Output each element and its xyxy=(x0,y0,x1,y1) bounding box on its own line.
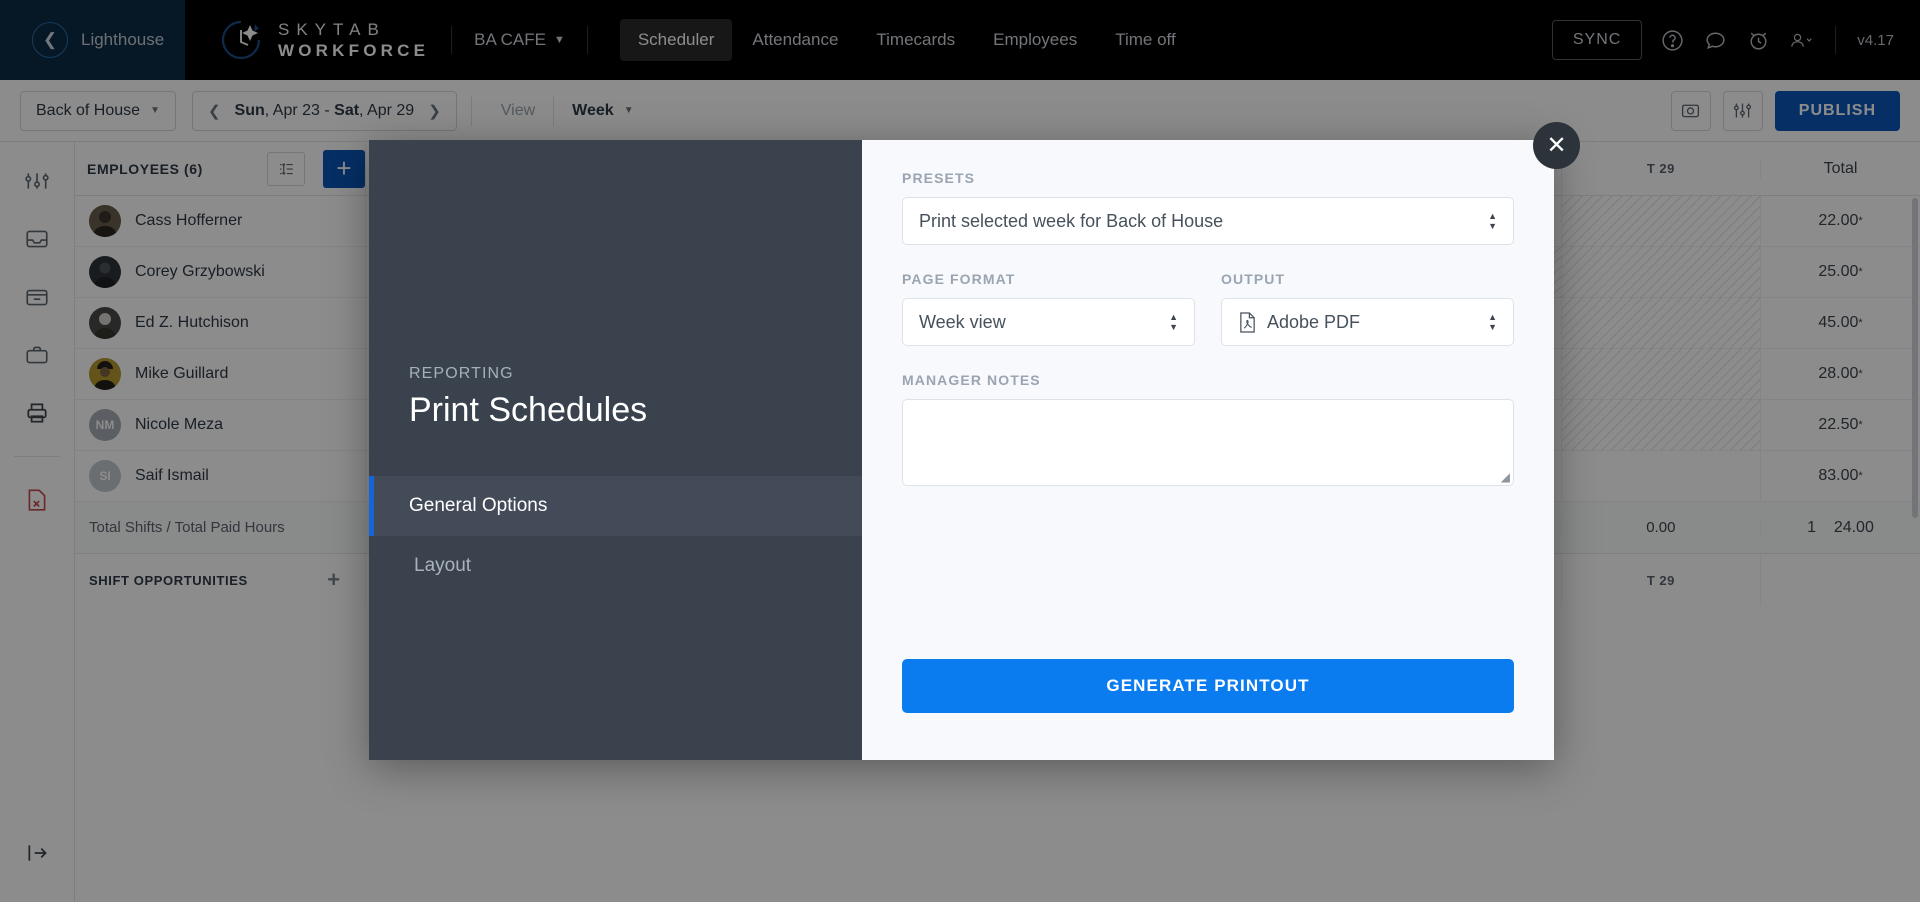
manager-notes-field: MANAGER NOTES ◢ xyxy=(902,372,1514,486)
manager-notes-label: MANAGER NOTES xyxy=(902,372,1514,388)
close-icon[interactable]: ✕ xyxy=(1533,122,1580,169)
page-format-select[interactable]: Week view ▲▼ xyxy=(902,298,1195,346)
presets-select[interactable]: Print selected week for Back of House ▲▼ xyxy=(902,197,1514,245)
modal-kicker: REPORTING xyxy=(409,365,647,383)
resize-handle-icon[interactable]: ◢ xyxy=(1501,471,1510,483)
output-value: Adobe PDF xyxy=(1267,312,1360,333)
page-format-field: PAGE FORMAT Week view ▲▼ xyxy=(902,271,1195,346)
page-format-label: PAGE FORMAT xyxy=(902,271,1195,287)
pdf-file-icon xyxy=(1238,312,1257,333)
modal-nav-item-layout[interactable]: Layout xyxy=(369,536,862,596)
generate-printout-button[interactable]: GENERATE PRINTOUT xyxy=(902,659,1514,713)
stepper-caret-icon: ▲▼ xyxy=(1488,314,1497,331)
modal-nav-item-general-options[interactable]: General Options xyxy=(369,476,862,536)
output-label: OUTPUT xyxy=(1221,271,1514,287)
modal-heading: REPORTING Print Schedules xyxy=(409,365,647,430)
print-schedules-modal: REPORTING Print Schedules General Option… xyxy=(369,140,1554,760)
modal-title: Print Schedules xyxy=(409,391,647,430)
presets-label: PRESETS xyxy=(902,170,1514,186)
presets-field: PRESETS Print selected week for Back of … xyxy=(902,170,1514,245)
manager-notes-textarea[interactable]: ◢ xyxy=(902,399,1514,486)
page-format-value: Week view xyxy=(919,312,1006,333)
output-select[interactable]: Adobe PDF ▲▼ xyxy=(1221,298,1514,346)
modal-nav: General Options Layout xyxy=(369,476,862,596)
presets-value: Print selected week for Back of House xyxy=(919,211,1223,232)
stepper-caret-icon: ▲▼ xyxy=(1169,314,1178,331)
output-field: OUTPUT Adobe PDF ▲▼ xyxy=(1221,271,1514,346)
stepper-caret-icon: ▲▼ xyxy=(1488,213,1497,230)
modal-content: PRESETS Print selected week for Back of … xyxy=(862,140,1554,760)
modal-sidebar: REPORTING Print Schedules General Option… xyxy=(369,140,862,760)
format-output-row: PAGE FORMAT Week view ▲▼ OUTPUT xyxy=(902,271,1514,346)
